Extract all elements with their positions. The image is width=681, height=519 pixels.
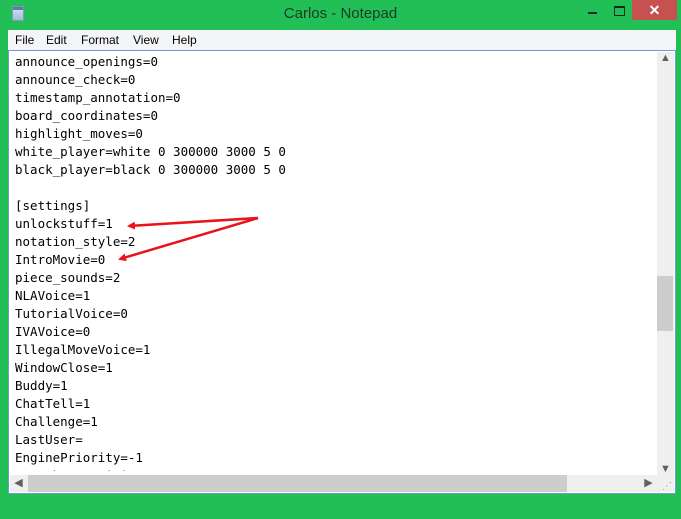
close-button[interactable]: ✕: [632, 0, 677, 20]
text-line: board_coordinates=0: [15, 108, 158, 123]
horizontal-scrollbar[interactable]: ◀ ▶: [10, 475, 657, 492]
text-line: Buddy=1: [15, 378, 68, 393]
text-line: announce_check=0: [15, 72, 136, 87]
text-line: white_player=white 0 300000 3000 5 0: [15, 144, 286, 159]
menu-file[interactable]: File: [15, 33, 34, 47]
horizontal-scroll-thumb[interactable]: [28, 475, 567, 492]
window-title: Carlos - Notepad: [283, 5, 398, 22]
menu-format[interactable]: Format: [81, 33, 119, 47]
text-line: WindowClose=1: [15, 360, 113, 375]
text-line: IntroMovie=0: [15, 252, 106, 267]
minimize-button[interactable]: [583, 0, 611, 20]
text-line: IllegalMoveVoice=1: [15, 342, 151, 357]
text-line: highlight_moves=0: [15, 126, 143, 141]
text-line: LastUser=: [15, 432, 83, 447]
text-line: [15, 179, 653, 197]
menu-view[interactable]: View: [133, 33, 159, 47]
menu-help[interactable]: Help: [172, 33, 197, 47]
scroll-up-arrow-icon[interactable]: ▲: [657, 52, 674, 64]
menu-edit[interactable]: Edit: [46, 33, 67, 47]
scroll-right-arrow-icon[interactable]: ▶: [640, 476, 657, 489]
text-line: timestamp_annotation=0: [15, 90, 181, 105]
scroll-down-arrow-icon[interactable]: ▼: [657, 463, 674, 475]
vertical-scroll-thumb[interactable]: [657, 276, 673, 331]
text-line: unlockstuff=1: [15, 216, 113, 231]
text-line: IVAVoice=0: [15, 324, 91, 339]
text-line: SpeechRecognition=1: [15, 467, 653, 471]
text-line: announce_openings=0: [15, 54, 158, 69]
text-line: Challenge=1: [15, 414, 98, 429]
text-editor[interactable]: announce_openings=0 announce_check=0times…: [8, 50, 676, 494]
vertical-scrollbar[interactable]: ▲ ▼: [657, 52, 674, 475]
text-line: TutorialVoice=0: [15, 306, 128, 321]
text-line: ChatTell=1: [15, 396, 91, 411]
text-line: [settings]: [15, 198, 91, 213]
text-line: NLAVoice=1: [15, 288, 91, 303]
text-line: EnginePriority=-1: [15, 450, 143, 465]
text-line: piece_sounds=2: [15, 270, 121, 285]
text-line: black_player=black 0 300000 3000 5 0: [15, 162, 286, 177]
text-line: notation_style=2: [15, 234, 136, 249]
scroll-left-arrow-icon[interactable]: ◀: [10, 476, 27, 489]
title-bar: Carlos - Notepad ✕: [0, 0, 681, 29]
resize-grip-icon[interactable]: [657, 475, 674, 492]
menu-bar: File Edit Format View Help: [8, 30, 676, 50]
text-content[interactable]: announce_openings=0 announce_check=0times…: [15, 53, 653, 471]
